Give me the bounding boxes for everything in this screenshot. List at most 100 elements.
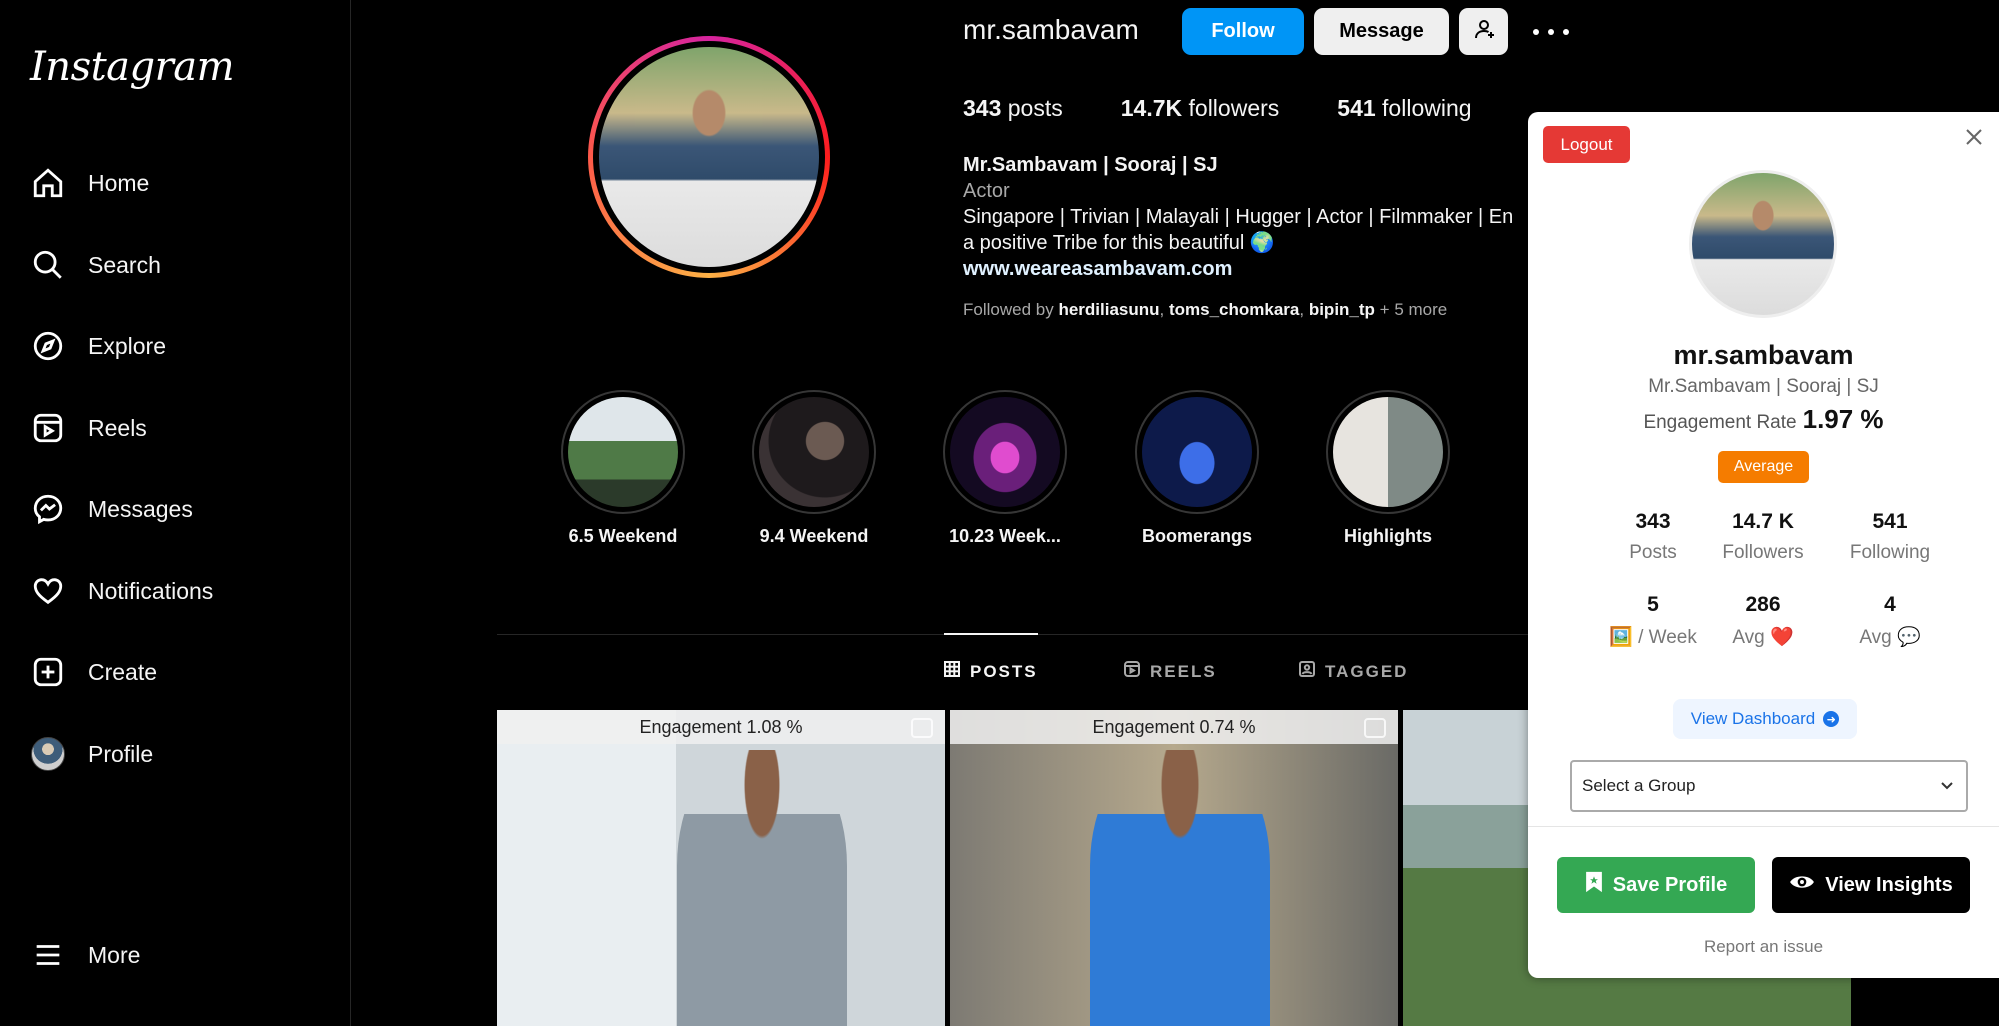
sidebar-item-profile[interactable]: Profile	[30, 729, 153, 779]
post-photo	[1090, 750, 1270, 1026]
sidebar-item-label: Create	[88, 658, 158, 685]
view-dashboard-button[interactable]: View Dashboard ➜	[1673, 699, 1857, 739]
arrow-right-icon: ➜	[1823, 711, 1840, 727]
tab-reels[interactable]: REELS	[1124, 661, 1217, 682]
story-highlight[interactable]: 6.5 Weekend	[543, 390, 703, 547]
close-icon[interactable]	[1963, 126, 1985, 148]
highlight-thumbnail	[759, 397, 869, 507]
group-select-value: Select a Group	[1582, 776, 1696, 795]
logout-button[interactable]: Logout	[1543, 126, 1630, 163]
follower-name[interactable]: herdiliasunu	[1058, 300, 1159, 319]
story-highlight[interactable]: Boomerangs	[1117, 390, 1277, 547]
panel-full-name: Mr.Sambavam | Sooraj | SJ	[1648, 376, 1879, 397]
sidebar-item-home[interactable]: Home	[30, 158, 149, 208]
heart-icon	[30, 573, 66, 609]
instagram-logo[interactable]: Instagram	[30, 44, 235, 90]
highlight-ring	[752, 390, 876, 514]
panel-divider	[1528, 826, 1999, 827]
profile-avatar[interactable]	[588, 36, 830, 278]
follower-name[interactable]: bipin_tp	[1309, 300, 1375, 319]
following-count[interactable]: 541 following	[1337, 95, 1471, 122]
highlight-ring	[1135, 390, 1259, 514]
post-photo	[677, 750, 847, 1026]
story-highlight[interactable]: 9.4 Weekend	[734, 390, 894, 547]
post-engagement-label: Engagement 0.74 %	[950, 710, 1398, 744]
tab-tagged[interactable]: TAGGED	[1299, 661, 1408, 682]
sidebar-item-create[interactable]: Create	[30, 647, 157, 697]
highlight-thumbnail	[1142, 397, 1252, 507]
followed-by[interactable]: Followed by herdiliasunu, toms_chomkara,…	[963, 300, 1447, 320]
sidebar-item-search[interactable]: Search	[30, 240, 161, 290]
profile-website-link[interactable]: www.weareasambavam.com	[963, 256, 1533, 282]
report-issue-link[interactable]: Report an issue	[1528, 937, 1999, 957]
sidebar-item-label: Notifications	[88, 577, 214, 604]
hamburger-menu-icon	[30, 937, 66, 973]
sidebar-item-reels[interactable]: Reels	[30, 403, 147, 453]
view-insights-button[interactable]: View Insights	[1772, 857, 1970, 913]
reels-icon	[1124, 661, 1140, 682]
stat-label: Following	[1849, 542, 1931, 563]
profile-full-name: Mr.Sambavam | Sooraj | SJ	[963, 154, 1218, 176]
reel-icon	[1364, 718, 1386, 738]
highlight-ring	[1326, 390, 1450, 514]
save-profile-button[interactable]: Save Profile	[1557, 857, 1755, 913]
message-button[interactable]: Message	[1314, 8, 1449, 55]
tab-label: TAGGED	[1325, 661, 1409, 681]
highlight-label: Boomerangs	[1141, 526, 1253, 546]
view-dashboard-label: View Dashboard	[1690, 709, 1816, 728]
profile-category: Actor	[963, 180, 1010, 202]
sidebar-item-label: Explore	[88, 332, 166, 359]
tab-posts[interactable]: POSTS	[944, 661, 1038, 682]
tagged-icon	[1299, 661, 1315, 682]
profile-avatar-inner	[593, 41, 825, 273]
profile-stats: 343 posts 14.7K followers 541 following	[963, 95, 1472, 122]
sidebar-item-label: Search	[88, 251, 161, 278]
instagram-app: Instagram Home Search Explore Reels Mess…	[0, 0, 1999, 1026]
engagement-rate: Engagement Rate 1.97 %	[1528, 404, 1999, 435]
story-highlight[interactable]: Highlights	[1308, 390, 1468, 547]
tabs-divider	[497, 634, 1597, 635]
sidebar-item-notifications[interactable]: Notifications	[30, 566, 213, 616]
highlight-label: 9.4 Weekend	[759, 526, 869, 546]
more-options-icon[interactable]	[1533, 20, 1569, 44]
followers-count[interactable]: 14.7K followers	[1121, 95, 1280, 122]
grid-icon	[944, 661, 960, 682]
profile-username: mr.sambavam	[963, 14, 1139, 45]
story-highlight[interactable]: 10.23 Week...	[925, 390, 1085, 547]
followed-by-prefix: Followed by	[963, 300, 1054, 319]
highlight-label: 10.23 Week...	[949, 526, 1061, 546]
add-user-icon	[1472, 17, 1496, 47]
post-thumbnail[interactable]: Engagement 0.74 %	[950, 710, 1398, 1026]
followed-by-more[interactable]: + 5 more	[1380, 300, 1448, 319]
panel-stat-avg-comments: 4 Avg 💬	[1815, 593, 1965, 649]
sidebar-item-label: Profile	[88, 740, 154, 767]
tab-label: POSTS	[970, 661, 1038, 681]
post-thumbnail[interactable]: Engagement 1.08 %	[497, 710, 945, 1026]
stat-label: Avg 💬	[1859, 627, 1921, 648]
reels-icon	[30, 410, 66, 446]
group-select[interactable]: Select a Group	[1570, 760, 1968, 812]
highlight-ring	[943, 390, 1067, 514]
bookmark-icon	[1585, 870, 1603, 900]
sidebar-item-explore[interactable]: Explore	[30, 321, 166, 371]
engagement-badge: Average	[1718, 451, 1809, 483]
suggest-user-button[interactable]	[1459, 8, 1508, 55]
posts-count: 343 posts	[963, 95, 1063, 121]
sidebar-item-more[interactable]: More	[30, 930, 140, 980]
highlight-label: 6.5 Weekend	[568, 526, 678, 546]
panel-avatar	[1689, 170, 1837, 318]
messenger-icon	[30, 491, 66, 527]
follow-button[interactable]: Follow	[1182, 8, 1304, 55]
highlight-ring	[561, 390, 685, 514]
follower-name[interactable]: toms_chomkara	[1169, 300, 1299, 319]
bio-line: a positive Tribe for this beautiful 🌍	[963, 232, 1275, 254]
post-engagement-label: Engagement 1.08 %	[497, 710, 945, 744]
highlight-thumbnail	[1333, 397, 1443, 507]
sidebar-item-messages[interactable]: Messages	[30, 484, 193, 534]
home-icon	[30, 165, 66, 201]
engagement-rate-label: Engagement Rate	[1643, 412, 1797, 433]
search-icon	[30, 247, 66, 283]
highlight-thumbnail	[568, 397, 678, 507]
highlight-thumbnail	[950, 397, 1060, 507]
bio-line: Singapore | Trivian | Malayali | Hugger …	[963, 206, 1514, 228]
